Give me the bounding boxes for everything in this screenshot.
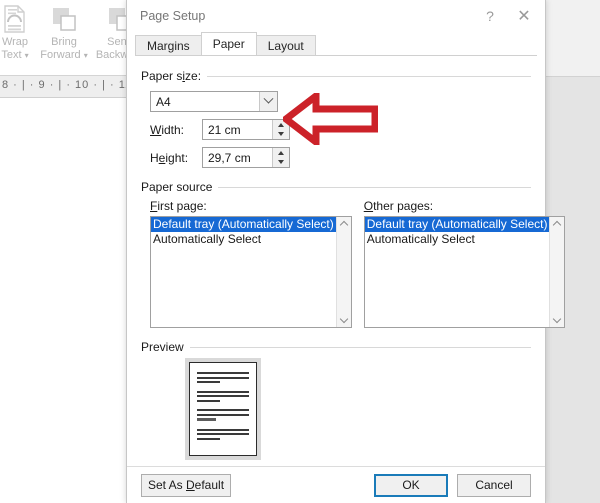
first-page-items: Default tray (Automatically Select) Auto… [151,217,336,327]
dialog-footer: Set As Default OK Cancel [127,467,545,503]
wrap-text-button[interactable]: Wrap Text ▾ [0,0,38,76]
wrap-text-label-1: Wrap [1,36,29,48]
dialog-titlebar[interactable]: Page Setup ? ✕ [127,0,545,31]
bring-forward-button[interactable]: Bring Forward ▾ [36,0,92,76]
list-item[interactable]: Automatically Select [365,232,550,247]
scroll-up-icon[interactable] [553,220,562,230]
height-row: Height: 29,7 cm [141,147,531,168]
tab-strip: Margins Paper Layout [135,32,545,56]
height-value: 29,7 cm [208,150,251,165]
dialog-body: Paper size: A4 Width: 21 cm Height: 29,7… [127,69,566,495]
chevron-down-icon[interactable] [259,92,277,111]
first-page-label: First page: [150,199,207,213]
stepper-down-icon[interactable] [273,130,289,140]
scroll-down-icon[interactable] [553,314,562,324]
stepper-up-icon[interactable] [273,148,289,158]
width-value: 21 cm [208,122,241,137]
ok-button[interactable]: OK [374,473,448,497]
paper-size-group-title: Paper size: [141,69,202,83]
height-label: Height: [150,150,189,165]
other-pages-scrollbar[interactable] [549,217,565,327]
other-pages-label: Other pages: [363,199,434,213]
cancel-label: Cancel [475,478,513,492]
width-input[interactable]: 21 cm [202,119,290,140]
ok-label: OK [402,478,420,492]
first-page-listbox[interactable]: Default tray (Automatically Select) Auto… [150,216,352,328]
tabstrip-underline [135,55,537,56]
bring-forward-label-2: Forward ▾ [40,49,88,61]
wrap-text-icon [0,2,32,36]
set-as-default-button[interactable]: Set As Default [141,473,231,497]
paper-size-row: A4 [141,91,531,112]
group-rule [218,186,531,188]
other-pages-listbox[interactable]: Default tray (Automatically Select) Auto… [363,216,566,328]
help-icon[interactable]: ? [473,2,507,30]
scroll-up-icon[interactable] [339,220,348,230]
group-rule [189,346,531,348]
other-pages-column: Other pages: Default tray (Automatically… [363,199,566,328]
height-stepper[interactable] [272,148,289,167]
first-page-column: First page: Default tray (Automatically … [150,199,352,328]
page-preview-inner [189,362,257,456]
page-preview-thumbnail [185,358,261,460]
group-rule [207,75,531,77]
preview-area [141,358,531,470]
page-setup-dialog: Page Setup ? ✕ Margins Paper Layout Pape… [126,0,566,503]
tab-paper[interactable]: Paper [200,32,257,55]
width-stepper[interactable] [272,120,289,139]
list-item[interactable]: Default tray (Automatically Select) [151,217,336,232]
scroll-down-icon[interactable] [339,314,348,324]
width-label: Width: [150,122,185,137]
tab-layout[interactable]: Layout [255,35,316,56]
bring-forward-label-1: Bring [51,36,77,48]
titlebar-buttons: ? ✕ [473,0,541,31]
paper-size-value: A4 [156,94,171,109]
list-item[interactable]: Default tray (Automatically Select) [364,217,550,232]
stepper-down-icon[interactable] [273,158,289,168]
paper-source-group: Paper source First page: Default tray (A… [141,180,566,328]
preview-group-title: Preview [141,340,184,354]
bring-forward-icon [47,2,81,36]
stepper-up-icon[interactable] [273,120,289,130]
cancel-button[interactable]: Cancel [457,473,531,497]
paper-size-group: Paper size: A4 Width: 21 cm Height: 29,7… [141,69,531,168]
close-icon[interactable]: ✕ [507,2,541,30]
set-as-default-label: Set As Default [147,478,225,492]
list-item[interactable]: Automatically Select [151,232,336,247]
paper-source-columns: First page: Default tray (Automatically … [141,199,566,328]
preview-group-header: Preview [141,340,531,354]
ruler-tick-labels: 8 · | · 9 · | · 10 · | · 11 [2,79,133,91]
paper-size-select[interactable]: A4 [150,91,278,112]
paper-source-group-title: Paper source [141,180,213,194]
dialog-title: Page Setup [140,8,206,23]
height-input[interactable]: 29,7 cm [202,147,290,168]
wrap-text-label-2: Text ▾ [1,49,29,61]
width-row: Width: 21 cm [141,119,531,140]
first-page-scrollbar[interactable] [335,217,351,327]
other-pages-items: Default tray (Automatically Select) Auto… [364,217,550,327]
tab-margins[interactable]: Margins [135,35,202,56]
paper-source-group-header: Paper source [141,180,531,194]
paper-size-group-header: Paper size: [141,69,531,83]
